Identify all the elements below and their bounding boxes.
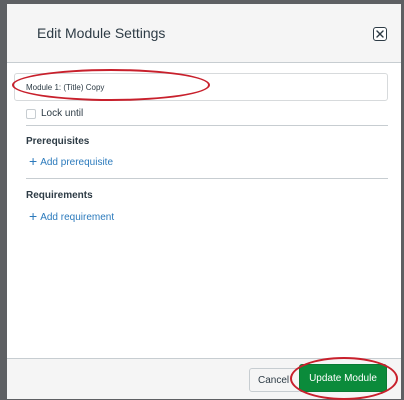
close-icon [376, 30, 384, 38]
divider [26, 125, 388, 126]
add-prerequisite-label: Add prerequisite [40, 157, 114, 168]
cancel-button[interactable]: Cancel [249, 368, 301, 392]
requirements-heading: Requirements [26, 190, 93, 201]
plus-icon: + [29, 153, 38, 169]
update-module-button[interactable]: Update Module [299, 364, 387, 392]
add-prerequisite-link[interactable]: + Add prerequisite [29, 153, 114, 169]
dialog-title: Edit Module Settings [37, 25, 166, 41]
plus-icon: + [29, 208, 38, 224]
divider [26, 178, 388, 179]
add-requirement-link[interactable]: + Add requirement [29, 208, 115, 224]
edit-module-dialog: Edit Module Settings Lock until Prerequi… [7, 4, 401, 399]
lock-until-checkbox[interactable] [26, 109, 36, 119]
lock-until-label: Lock until [41, 108, 84, 119]
close-button[interactable] [373, 27, 387, 41]
dialog-header: Edit Module Settings [7, 4, 401, 63]
add-requirement-label: Add requirement [40, 212, 115, 223]
dialog-footer: Cancel Update Module [7, 358, 401, 399]
module-name-input[interactable] [14, 73, 388, 101]
prerequisites-heading: Prerequisites [26, 136, 90, 147]
